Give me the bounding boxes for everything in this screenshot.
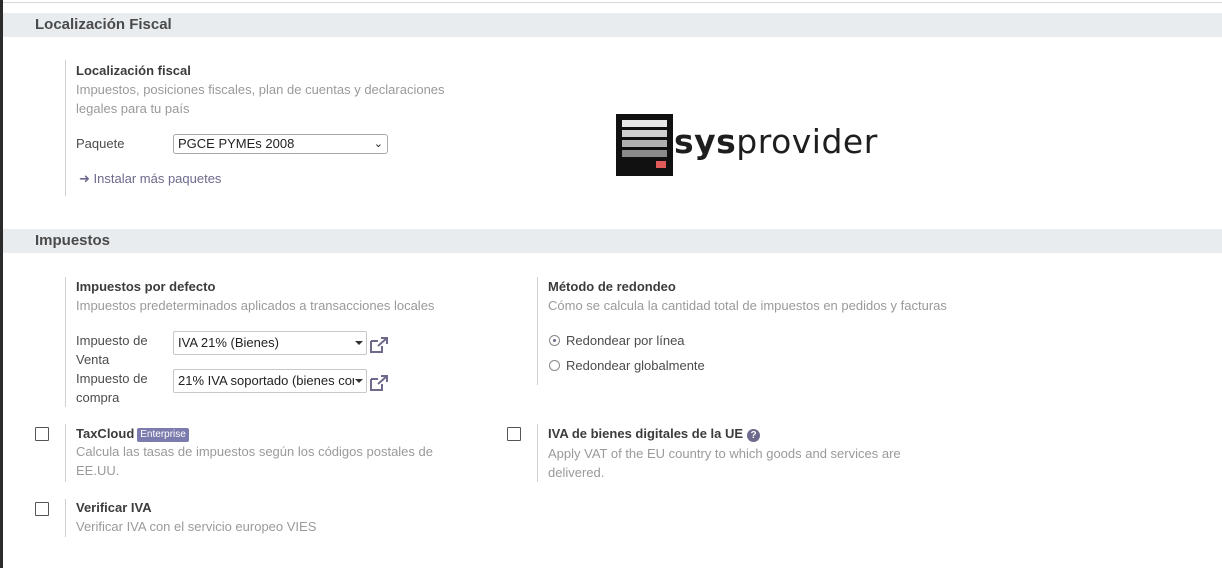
- purchase-tax-value: 21% IVA soportado (bienes corrientes): [178, 373, 354, 388]
- verify-vat-description: Verificar IVA con el servicio europeo VI…: [76, 519, 317, 534]
- package-select[interactable]: PGCE PYMEs 2008 ⌄: [173, 134, 388, 154]
- taxcloud-description: Calcula las tasas de impuestos según los…: [76, 444, 433, 478]
- arrow-right-icon: ➜: [79, 171, 90, 186]
- round-per-line-radio[interactable]: [549, 335, 560, 346]
- taxcloud-title: TaxCloud Enterprise: [76, 426, 189, 442]
- external-link-icon[interactable]: [369, 374, 389, 392]
- setting-divider: [65, 499, 66, 537]
- sysprovider-logo-icon: [616, 114, 673, 176]
- taxcloud-checkbox[interactable]: [35, 427, 49, 441]
- fiscal-localization-title: Localización fiscal: [76, 63, 191, 78]
- verify-vat-title: Verificar IVA: [76, 500, 152, 515]
- sale-tax-label: Impuesto de Venta: [76, 333, 148, 367]
- section-header-taxes: Impuestos: [3, 229, 1222, 253]
- default-taxes-description: Impuestos predeterminados aplicados a tr…: [76, 298, 435, 313]
- help-icon[interactable]: ?: [747, 429, 761, 442]
- rounding-method-description: Cómo se calcula la cantidad total de imp…: [548, 298, 947, 313]
- taxcloud-title-text: TaxCloud: [76, 426, 135, 441]
- setting-divider: [65, 277, 66, 407]
- external-link-icon[interactable]: [369, 336, 389, 354]
- install-more-packages-link[interactable]: ➜ Instalar más paquetes: [79, 171, 221, 187]
- eu-digital-vat-description: Apply VAT of the EU country to which goo…: [548, 446, 901, 480]
- fiscal-localization-description: Impuestos, posiciones fiscales, plan de …: [76, 82, 445, 116]
- logo-text-bold: sys: [674, 122, 737, 161]
- package-select-value: PGCE PYMEs 2008: [178, 136, 295, 151]
- purchase-tax-select[interactable]: 21% IVA soportado (bienes corrientes): [173, 369, 367, 393]
- setting-divider: [65, 424, 66, 482]
- caret-down-icon: [355, 341, 363, 345]
- chevron-down-icon: ⌄: [373, 138, 383, 150]
- eu-digital-vat-title-text: IVA de bienes digitales de la UE: [548, 426, 744, 441]
- eu-digital-vat-title: IVA de bienes digitales de la UE?: [548, 426, 761, 442]
- install-more-packages-label: Instalar más paquetes: [93, 171, 222, 186]
- sale-tax-select[interactable]: IVA 21% (Bienes): [173, 331, 367, 355]
- top-divider: [3, 2, 1222, 3]
- caret-down-icon: [355, 379, 363, 383]
- rounding-method-title: Método de redondeo: [548, 279, 676, 294]
- section-header-fiscal: Localización Fiscal: [3, 13, 1222, 37]
- sale-tax-value: IVA 21% (Bienes): [178, 335, 279, 350]
- round-globally-label[interactable]: Redondear globalmente: [566, 356, 705, 375]
- verify-vat-checkbox[interactable]: [35, 502, 49, 516]
- sysprovider-logo-text: sysprovider: [674, 122, 878, 161]
- setting-divider: [537, 277, 538, 385]
- round-globally-radio[interactable]: [549, 360, 560, 371]
- logo-text-regular: provider: [736, 122, 878, 161]
- purchase-tax-label: Impuesto de compra: [76, 371, 148, 405]
- enterprise-badge: Enterprise: [137, 428, 189, 442]
- round-per-line-label[interactable]: Redondear por línea: [566, 331, 685, 350]
- package-label: Paquete: [76, 136, 125, 151]
- left-border: [0, 0, 3, 568]
- setting-divider: [65, 60, 66, 196]
- setting-divider: [537, 424, 538, 482]
- eu-digital-vat-checkbox[interactable]: [507, 427, 521, 441]
- default-taxes-title: Impuestos por defecto: [76, 279, 216, 294]
